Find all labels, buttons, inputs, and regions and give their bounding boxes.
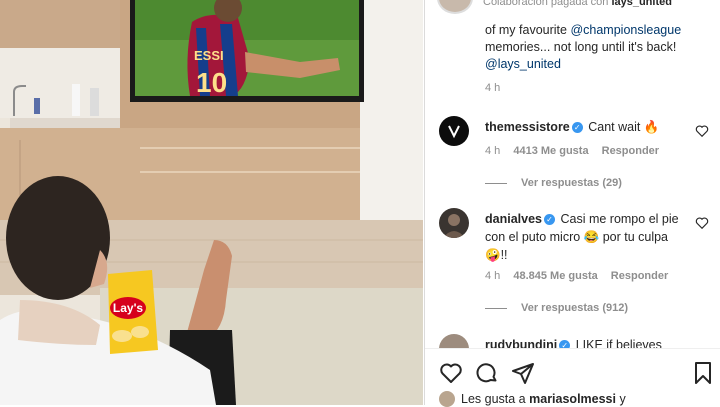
caption-time[interactable]: 4 h	[485, 80, 709, 97]
share-icon[interactable]	[511, 361, 535, 385]
heart-icon[interactable]	[695, 216, 709, 230]
mention-championsleague[interactable]: @championsleague	[570, 23, 681, 37]
verified-icon: ✓	[559, 340, 571, 348]
jersey-number: 10	[196, 67, 227, 98]
avatar[interactable]	[439, 116, 469, 146]
comment-meta: 4 h 48.845 Me gusta Responder	[485, 270, 678, 282]
liked-by-user[interactable]: mariasolmessi	[529, 392, 616, 406]
comment-text: Cant wait 🔥	[588, 120, 660, 134]
profile-photo-icon	[443, 214, 465, 238]
messi-logo-icon	[448, 125, 460, 139]
view-replies-label: Ver respuestas (912)	[521, 302, 629, 314]
paid-partnership: Colaboración pagada con lays_united	[483, 0, 672, 8]
comment-time[interactable]: 4 h	[485, 270, 500, 282]
comment-time[interactable]: 4 h	[485, 145, 500, 157]
caption-text-1: of my favourite	[485, 23, 567, 37]
comment-body: danialves ✓ Casi me rompo el pie con el p…	[485, 210, 685, 264]
bookmark-icon[interactable]	[691, 361, 715, 385]
comment-text: LIKE if believes	[575, 338, 662, 348]
post-sidebar: Colaboración pagada con lays_united of m…	[424, 0, 720, 407]
comment-username[interactable]: rudybundini	[485, 338, 557, 348]
comment-likes[interactable]: 48.845 Me gusta	[513, 270, 597, 282]
view-replies-button[interactable]: Ver respuestas (912)	[485, 302, 628, 314]
comment-item: rudybundini ✓ LIKE if believes	[439, 334, 709, 348]
comment-item: danialves ✓ Casi me rompo el pie con el p…	[439, 208, 709, 288]
sponsor-link[interactable]: lays_united	[611, 0, 672, 8]
author-avatar[interactable]	[437, 0, 473, 14]
comment-username[interactable]: themessistore	[485, 120, 570, 134]
action-bar: Les gusta a mariasolmessi y	[425, 348, 720, 407]
comment-icon[interactable]	[475, 361, 499, 385]
comment-username[interactable]: danialves	[485, 212, 542, 226]
verified-icon: ✓	[543, 214, 555, 225]
liked-by-suffix: y	[619, 392, 626, 406]
post-caption: of my favourite @championsleague memorie…	[485, 22, 709, 97]
comment-body: rudybundini ✓ LIKE if believes	[485, 336, 685, 348]
comment-item: themessistore ✓ Cant wait 🔥 4 h 4413 Me g…	[439, 116, 709, 166]
caption-text-2: memories... not long until it's back!	[485, 40, 677, 54]
view-replies-button[interactable]: Ver respuestas (29)	[485, 177, 622, 189]
reply-button[interactable]: Responder	[602, 145, 659, 157]
bag-label: Lay's	[113, 301, 144, 315]
heart-icon[interactable]	[439, 361, 463, 385]
mention-lays-united[interactable]: @lays_united	[485, 56, 709, 73]
view-replies-label: Ver respuestas (29)	[521, 177, 622, 189]
liked-by-prefix: Les gusta a	[461, 392, 526, 406]
avatar[interactable]	[439, 334, 469, 348]
comment-meta: 4 h 4413 Me gusta Responder	[485, 145, 669, 157]
jersey-text: ESSI	[194, 48, 224, 63]
reply-button[interactable]: Responder	[611, 270, 668, 282]
post-image: ESSI 10 Lay's	[0, 0, 423, 405]
heart-icon[interactable]	[695, 124, 709, 138]
paid-partnership-label: Colaboración pagada con	[483, 0, 609, 8]
avatar[interactable]	[439, 208, 469, 238]
comment-body: themessistore ✓ Cant wait 🔥	[485, 118, 685, 136]
comment-likes[interactable]: 4413 Me gusta	[513, 145, 588, 157]
post-photo[interactable]: ESSI 10 Lay's	[0, 0, 423, 405]
verified-icon: ✓	[571, 122, 583, 133]
